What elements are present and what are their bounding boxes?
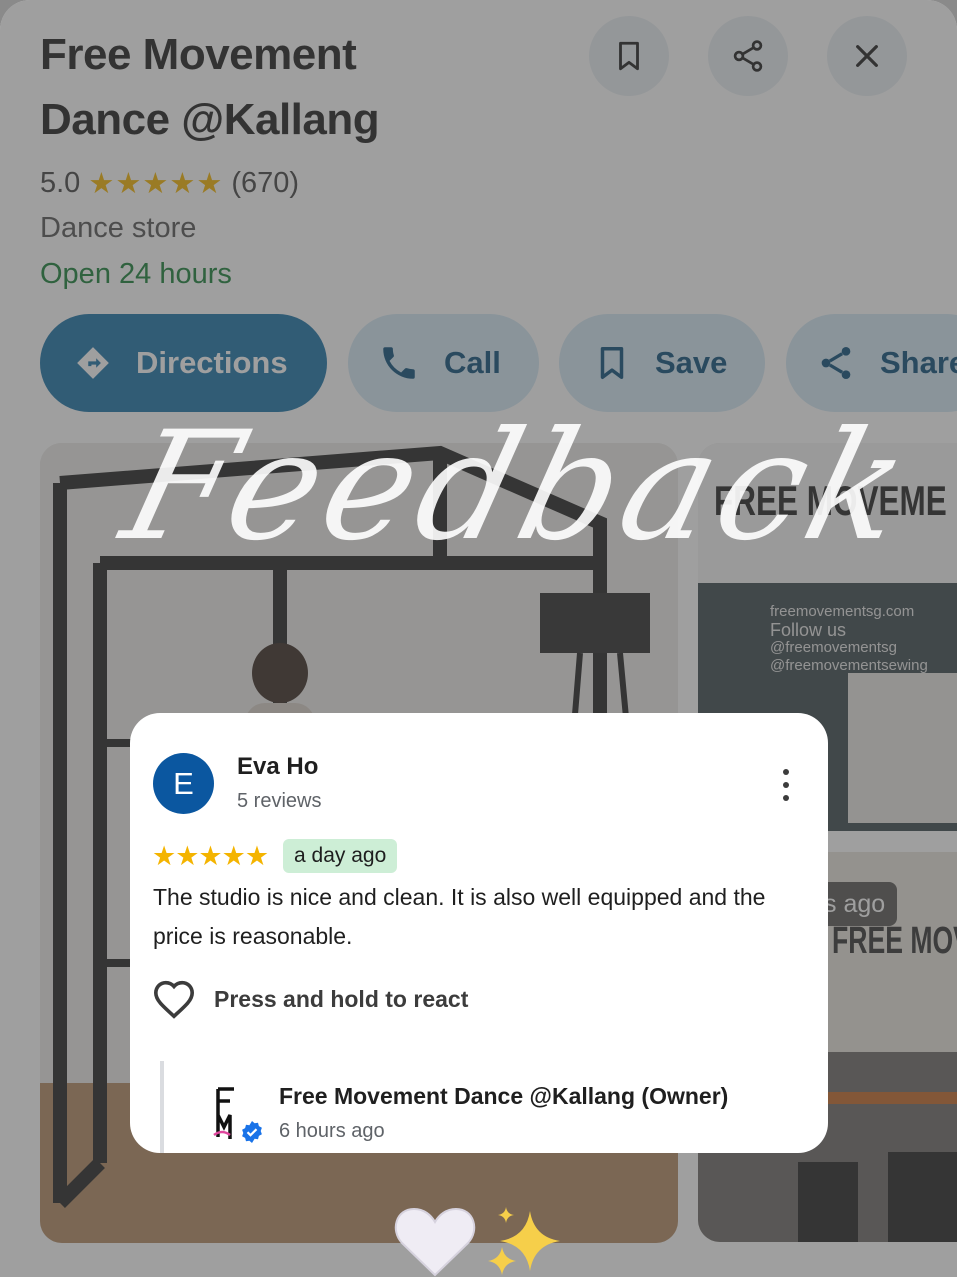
interior-sign: FREE MOVEM: [832, 920, 957, 962]
storefront-handle-1: @freemovementsg: [770, 639, 897, 656]
open-status: Open 24 hours: [40, 258, 232, 290]
bookmark-icon: [600, 347, 624, 379]
call-button[interactable]: Call: [348, 314, 539, 412]
directions-label: Directions: [136, 345, 288, 380]
share-button[interactable]: [708, 16, 788, 96]
react-button[interactable]: Press and hold to react: [152, 979, 468, 1019]
react-label: Press and hold to react: [214, 985, 469, 1012]
phone-icon: [383, 347, 415, 379]
review-card[interactable]: E Eva Ho 5 reviews ★★★★★ a day ago The s…: [130, 713, 828, 1153]
review-text: The studio is nice and clean. It is also…: [153, 884, 766, 949]
rating-value: 5.0: [40, 166, 81, 199]
rating-stars: ★★★★★: [88, 167, 224, 200]
owner-reply-time: 6 hours ago: [279, 1120, 385, 1142]
call-label: Call: [444, 345, 501, 380]
owner-name[interactable]: Free Movement Dance @Kallang (Owner): [279, 1083, 728, 1110]
save-button[interactable]: Save: [559, 314, 765, 412]
storefront-handle-2: @freemovementsewing: [770, 657, 928, 674]
share-label: Share: [880, 345, 957, 380]
share-icon: [733, 40, 763, 72]
author-name[interactable]: Eva Ho: [237, 753, 318, 781]
white-heart-icon: [394, 1207, 476, 1277]
close-icon: [856, 45, 878, 67]
heart-outline-icon: [153, 980, 195, 1019]
more-dot: [783, 769, 789, 775]
directions-button[interactable]: Directions: [40, 314, 327, 412]
more-dot: [783, 795, 789, 801]
bookmark-icon: [619, 41, 639, 71]
place-title: Free Movement Dance @Kallang: [40, 22, 560, 152]
save-label: Save: [655, 345, 728, 380]
author-avatar[interactable]: E: [153, 753, 214, 814]
rating-row[interactable]: 5.0 ★★★★★ (670): [40, 164, 299, 202]
sparkles-icon: [488, 1207, 560, 1275]
storefront-sign: FREE MOVEME: [714, 477, 947, 524]
review-time-badge: a day ago: [283, 839, 398, 873]
owner-reply-divider: [160, 1061, 164, 1153]
storefront-website: freemovementsg.com: [770, 603, 915, 620]
share-action-button[interactable]: Share: [786, 314, 957, 412]
review-stars: ★★★★★: [152, 841, 269, 871]
review-count[interactable]: (670): [231, 167, 299, 200]
directions-icon: [77, 347, 109, 379]
share-icon: [821, 347, 851, 379]
verified-badge-icon: [242, 1121, 262, 1143]
more-dot: [783, 782, 789, 788]
place-title-line1: Free Movement: [40, 30, 357, 79]
close-button[interactable]: [827, 16, 907, 96]
bookmark-button[interactable]: [589, 16, 669, 96]
author-review-count: 5 reviews: [237, 790, 322, 812]
storefront-socials: freemovementsg.com Follow us @freemoveme…: [770, 603, 928, 675]
more-options-button[interactable]: [774, 765, 798, 805]
place-category: Dance store: [40, 212, 197, 244]
storefront-follow: Follow us: [770, 620, 847, 640]
place-title-line2: Dance @Kallang: [40, 95, 380, 144]
